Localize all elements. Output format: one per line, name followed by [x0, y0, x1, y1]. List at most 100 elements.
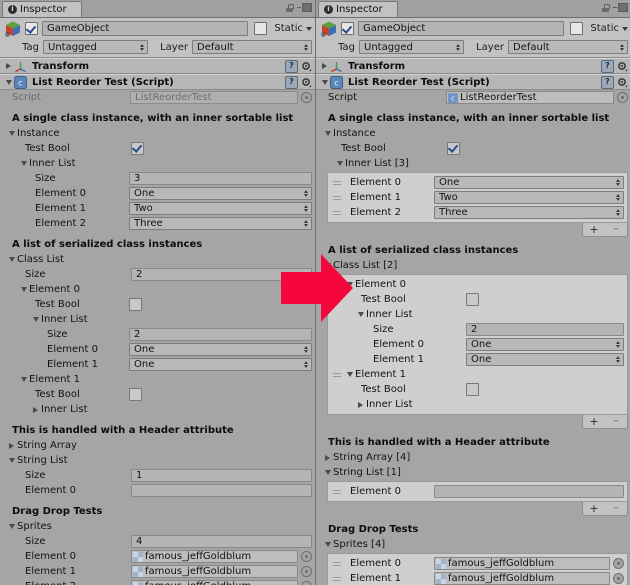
classlist-foldout-row[interactable]: Class List [2] [319, 258, 628, 273]
script-object-field[interactable]: c ListReorderTest [446, 91, 614, 104]
element0-foldout-icon[interactable] [344, 282, 355, 287]
component-header-transform[interactable]: Transform ? [0, 58, 315, 74]
help-icon[interactable]: ? [285, 75, 298, 89]
tab-inspector-left[interactable]: i Inspector [2, 1, 82, 17]
test-bool-checkbox[interactable] [131, 142, 144, 155]
size-input[interactable]: 2 [131, 268, 312, 281]
transform-foldout-icon[interactable] [3, 63, 14, 69]
size-input[interactable]: 3 [129, 172, 312, 185]
size-input[interactable]: 2 [129, 328, 312, 341]
drag-handle-icon[interactable] [331, 180, 344, 185]
classlist-element0-foldout-row[interactable]: Element 0 [3, 282, 312, 297]
classlist-element1-foldout-row[interactable]: Element 1 [3, 372, 312, 387]
object-picker-icon[interactable] [301, 581, 312, 585]
inner-list-foldout-icon[interactable] [355, 401, 366, 408]
object-picker-icon[interactable] [613, 558, 624, 569]
element-dropdown[interactable]: Three [434, 206, 624, 219]
script-object-picker-icon[interactable] [301, 92, 312, 103]
classlist-element1-innerlist-foldout-row[interactable]: Inner List [328, 397, 627, 412]
help-icon[interactable]: ? [285, 59, 298, 73]
reorderable-list-item[interactable]: Element 0 famous_jeffGoldblum [328, 556, 627, 571]
sprites-foldout-row[interactable]: Sprites [4] [319, 537, 628, 552]
element-dropdown[interactable]: One [129, 187, 312, 200]
element-dropdown[interactable]: Two [434, 191, 624, 204]
gameobject-name-input[interactable]: GameObject [42, 21, 249, 36]
static-checkbox[interactable] [570, 22, 584, 35]
element-dropdown[interactable]: One [434, 176, 624, 189]
add-element-button[interactable]: + [583, 502, 605, 515]
transform-foldout-icon[interactable] [319, 63, 330, 69]
size-input[interactable]: 2 [466, 323, 624, 336]
string-array-foldout-icon[interactable] [322, 454, 333, 461]
classlist-element1-innerlist-foldout-row[interactable]: Inner List [3, 402, 312, 417]
instance-foldout-icon[interactable] [6, 131, 17, 136]
reorderable-list-item[interactable]: Element 0 [328, 277, 627, 292]
instance-foldout-icon[interactable] [322, 131, 333, 136]
add-element-button[interactable]: + [583, 223, 605, 236]
test-bool-checkbox[interactable] [466, 293, 479, 306]
gameobject-name-input[interactable]: GameObject [358, 21, 565, 36]
inner-list-foldout-icon[interactable] [18, 161, 29, 166]
reorderable-list-item[interactable]: Element 0 One [328, 175, 627, 190]
object-picker-icon[interactable] [301, 551, 312, 562]
element-input[interactable] [131, 484, 312, 497]
instance-innerlist-foldout-row[interactable]: Inner List [3] [319, 156, 628, 171]
inner-list-foldout-icon[interactable] [334, 161, 345, 166]
reorderable-list-item[interactable]: Element 1 [328, 367, 627, 382]
inner-list-foldout-icon[interactable] [355, 312, 366, 317]
reorderable-list-item[interactable]: Element 1 Two [328, 190, 627, 205]
remove-element-button[interactable]: – [605, 223, 627, 236]
hamburger-menu-icon[interactable] [297, 3, 312, 12]
drag-handle-icon[interactable] [331, 489, 344, 494]
layer-dropdown[interactable]: Default [508, 40, 628, 54]
element-dropdown[interactable]: One [466, 338, 624, 351]
tag-dropdown[interactable]: Untagged [43, 40, 148, 54]
size-input[interactable]: 4 [131, 535, 312, 548]
classlist-element0-innerlist-foldout-row[interactable]: Inner List [328, 307, 627, 322]
string-list-foldout-icon[interactable] [322, 470, 333, 475]
lock-icon[interactable] [602, 3, 610, 12]
classlist-foldout-row[interactable]: Class List [3, 252, 312, 267]
stringarray-foldout-row[interactable]: String Array [4] [319, 450, 628, 465]
drag-handle-icon[interactable] [331, 210, 344, 215]
reorderable-list-item[interactable]: Element 2 Three [328, 205, 627, 220]
script-object-picker-icon[interactable] [617, 92, 628, 103]
sprite-object-field[interactable]: famous_jeffGoldblum [434, 557, 610, 570]
sprite-object-field[interactable]: famous_jeffGoldblum [131, 550, 298, 563]
remove-element-button[interactable]: – [605, 415, 627, 428]
static-checkbox[interactable] [254, 22, 268, 35]
inner-list-foldout-icon[interactable] [30, 406, 41, 413]
element-dropdown[interactable]: One [129, 358, 312, 371]
drag-handle-icon[interactable] [331, 372, 344, 377]
element-dropdown[interactable]: One [129, 343, 312, 356]
element1-foldout-icon[interactable] [344, 372, 355, 377]
static-dropdown-icon[interactable] [306, 26, 312, 31]
script-foldout-icon[interactable] [319, 79, 330, 85]
gameobject-enabled-checkbox[interactable] [341, 22, 354, 35]
sprite-object-field[interactable]: famous_jeffGoldblum [131, 565, 298, 578]
instance-foldout-row[interactable]: Instance [319, 126, 628, 141]
script-foldout-icon[interactable] [3, 79, 14, 85]
drag-handle-icon[interactable] [331, 195, 344, 200]
test-bool-checkbox[interactable] [129, 388, 142, 401]
instance-innerlist-foldout-row[interactable]: Inner List [3, 156, 312, 171]
drag-handle-icon[interactable] [331, 576, 344, 581]
static-dropdown-icon[interactable] [622, 26, 628, 31]
element-dropdown[interactable]: One [466, 353, 624, 366]
gear-icon[interactable] [617, 77, 628, 88]
lock-icon[interactable] [286, 3, 294, 12]
gear-icon[interactable] [301, 61, 312, 72]
stringlist-foldout-row[interactable]: String List [1] [319, 465, 628, 480]
element-input[interactable] [434, 485, 624, 498]
add-element-button[interactable]: + [583, 415, 605, 428]
element0-foldout-icon[interactable] [18, 287, 29, 292]
size-input[interactable]: 1 [131, 469, 312, 482]
hamburger-menu-icon[interactable] [613, 3, 628, 12]
tag-dropdown[interactable]: Untagged [359, 40, 464, 54]
sprites-foldout-icon[interactable] [322, 542, 333, 547]
sprite-object-field[interactable]: famous_jeffGoldblum [434, 572, 610, 585]
class-list-foldout-icon[interactable] [322, 263, 333, 268]
classlist-element0-innerlist-foldout-row[interactable]: Inner List [3, 312, 312, 327]
tab-inspector-right[interactable]: i Inspector [318, 1, 398, 17]
stringlist-foldout-row[interactable]: String List [3, 453, 312, 468]
